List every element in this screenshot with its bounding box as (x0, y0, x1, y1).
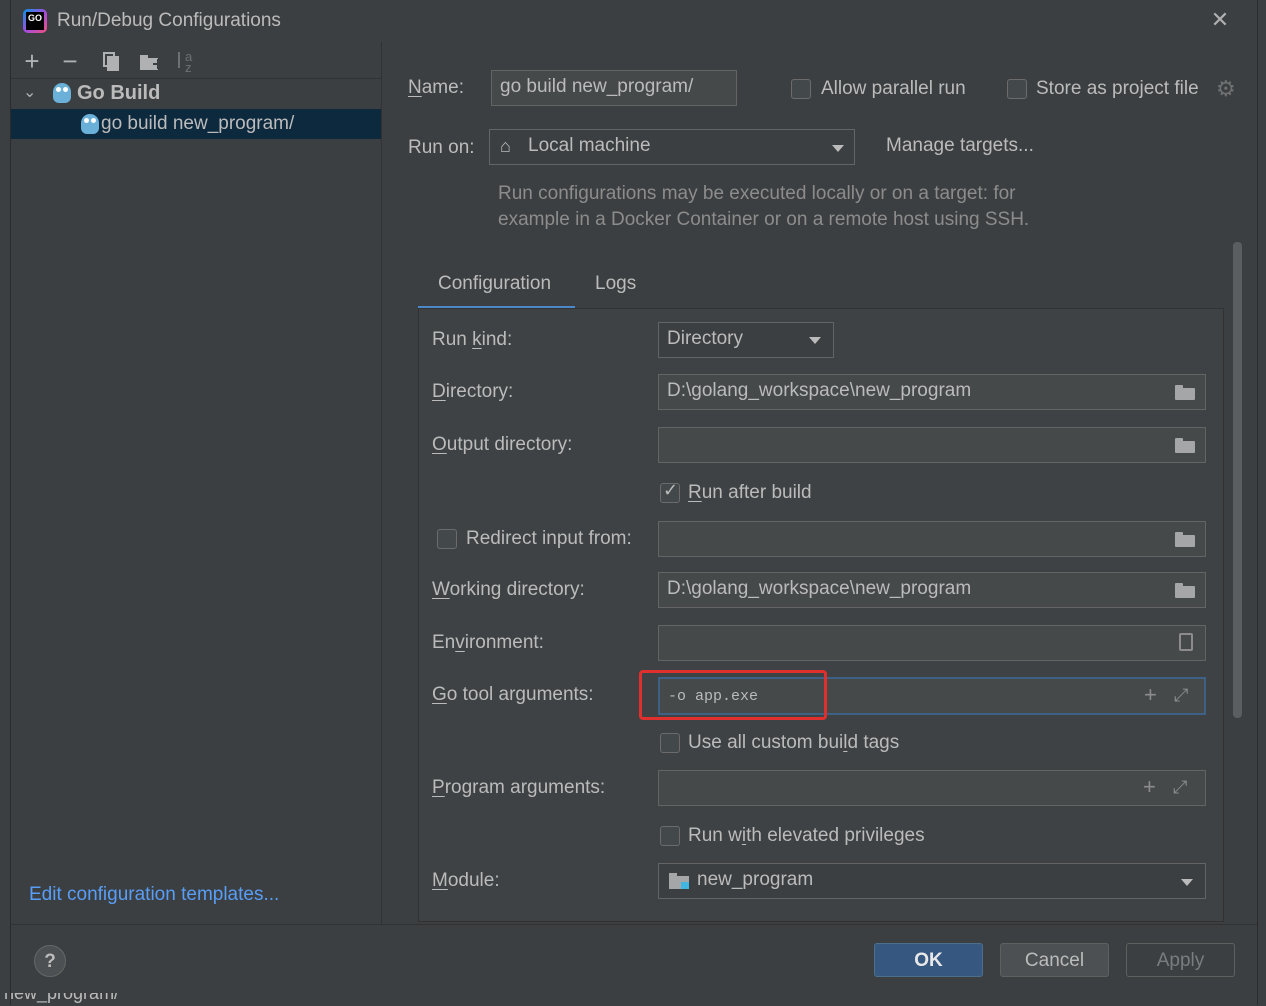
output-directory-input[interactable] (658, 427, 1206, 463)
run-after-build-checkbox[interactable] (660, 480, 680, 503)
go-build-icon (81, 114, 99, 134)
edit-templates-link[interactable]: Edit configuration templates... (29, 884, 279, 906)
folder-icon[interactable] (1175, 385, 1195, 400)
elevated-privileges-checkbox[interactable] (660, 826, 680, 846)
config-editor: Name: go build new_program/ Allow parall… (391, 42, 1257, 924)
environment-input[interactable] (658, 625, 1206, 661)
tree-group-label: Go Build (77, 82, 161, 104)
chevron-down-icon (1181, 879, 1193, 886)
copy-icon[interactable] (97, 48, 123, 74)
directory-label: Directory: (432, 381, 514, 402)
name-input[interactable]: go build new_program/ (491, 70, 737, 106)
environment-label: Environment: (432, 632, 544, 653)
tree-item-go-build-config[interactable]: go build new_program/ (11, 109, 381, 139)
configuration-panel: Run kind: Directory Directory: D:\golang… (418, 308, 1224, 922)
tree-group-go-build[interactable]: ⌄ Go Build (11, 78, 381, 108)
go-build-icon (53, 83, 71, 103)
add-icon[interactable]: + (1144, 679, 1157, 711)
output-directory-label: Output directory: (432, 434, 573, 455)
working-directory-input[interactable]: D:\golang_workspace\new_program (658, 572, 1206, 608)
go-tool-arguments-label: Go tool arguments: (432, 684, 594, 705)
expand-icon[interactable]: ⤢ (1173, 771, 1187, 803)
chevron-down-icon[interactable]: ⌄ (23, 78, 36, 108)
background-editor-tab: new_program/ (0, 993, 160, 1005)
run-on-hint-line1: Run configurations may be executed local… (498, 183, 1016, 204)
redirect-input-label[interactable]: Redirect input from: (466, 528, 632, 550)
run-kind-label: Run kind: (432, 329, 513, 350)
window-title: Run/Debug Configurations (57, 10, 281, 31)
new-folder-icon[interactable] (137, 48, 163, 74)
add-icon[interactable]: + (19, 48, 45, 74)
ok-button[interactable]: OK (874, 943, 983, 977)
chevron-down-icon (832, 145, 844, 152)
working-directory-label: Working directory: (432, 579, 585, 600)
run-on-dropdown[interactable]: ⌂ Local machine (489, 129, 855, 165)
tab-logs[interactable]: Logs (595, 273, 636, 295)
folder-icon[interactable] (1175, 532, 1195, 547)
directory-input[interactable]: D:\golang_workspace\new_program (658, 374, 1206, 410)
goland-logo-icon: GO (23, 9, 47, 33)
module-folder-icon (669, 873, 689, 889)
folder-icon[interactable] (1175, 583, 1195, 598)
run-on-value: Local machine (528, 135, 651, 156)
name-label: Name: (408, 77, 464, 98)
run-kind-dropdown[interactable]: Directory (658, 322, 834, 358)
run-on-hint-line2: example in a Docker Container or on a re… (498, 209, 1030, 230)
program-arguments-input[interactable]: + ⤢ (658, 770, 1206, 806)
module-label: Module: (432, 870, 500, 891)
run-after-build-label[interactable]: Run after build (688, 482, 812, 504)
module-value: new_program (697, 869, 814, 890)
cancel-button[interactable]: Cancel (1000, 943, 1109, 977)
gear-icon[interactable]: ⚙ (1216, 76, 1236, 102)
tree-toolbar: + − a z (11, 42, 381, 79)
sort-icon[interactable]: a z (175, 48, 201, 74)
run-debug-dialog: GO Run/Debug Configurations ✕ + − a z ⌄ … (10, 0, 1258, 1006)
folder-icon[interactable] (1175, 438, 1195, 453)
expand-icon[interactable]: ⤢ (1174, 679, 1188, 711)
remove-icon[interactable]: − (57, 48, 83, 74)
title-bar: GO Run/Debug Configurations ✕ (11, 0, 1257, 42)
chevron-down-icon (809, 337, 821, 344)
directory-value: D:\golang_workspace\new_program (667, 380, 972, 401)
tab-configuration[interactable]: Configuration (438, 273, 551, 295)
add-icon[interactable]: + (1143, 771, 1156, 803)
store-project-checkbox[interactable] (1007, 79, 1027, 99)
home-icon: ⌂ (500, 136, 511, 156)
background-tab-label: new_program/ (4, 993, 120, 1003)
highlight-box (639, 670, 827, 720)
close-icon[interactable]: ✕ (1208, 8, 1232, 32)
custom-build-tags-checkbox[interactable] (660, 733, 680, 753)
manage-targets-link[interactable]: Manage targets... (886, 135, 1034, 157)
help-button[interactable]: ? (34, 945, 66, 977)
document-icon[interactable] (1179, 633, 1193, 651)
apply-button[interactable]: Apply (1126, 943, 1235, 977)
allow-parallel-checkbox[interactable] (791, 79, 811, 99)
redirect-input-field[interactable] (658, 521, 1206, 557)
config-tree-panel: + − a z ⌄ Go Build go build new_program/… (11, 42, 382, 924)
custom-build-tags-label[interactable]: Use all custom build tags (688, 732, 899, 754)
program-arguments-label: Program arguments: (432, 777, 606, 798)
tree-item-label: go build new_program/ (101, 113, 295, 134)
allow-parallel-label[interactable]: Allow parallel run (821, 78, 966, 100)
module-dropdown[interactable]: new_program (658, 863, 1206, 899)
run-kind-value: Directory (667, 328, 744, 349)
working-directory-value: D:\golang_workspace\new_program (667, 578, 972, 599)
store-project-label[interactable]: Store as project file (1036, 78, 1199, 100)
redirect-input-checkbox[interactable] (437, 529, 457, 549)
elevated-privileges-label[interactable]: Run with elevated privileges (688, 825, 925, 847)
vertical-scrollbar[interactable] (1233, 242, 1242, 718)
run-on-label: Run on: (408, 137, 475, 158)
dialog-button-bar: ? OK Cancel Apply (11, 924, 1257, 1006)
